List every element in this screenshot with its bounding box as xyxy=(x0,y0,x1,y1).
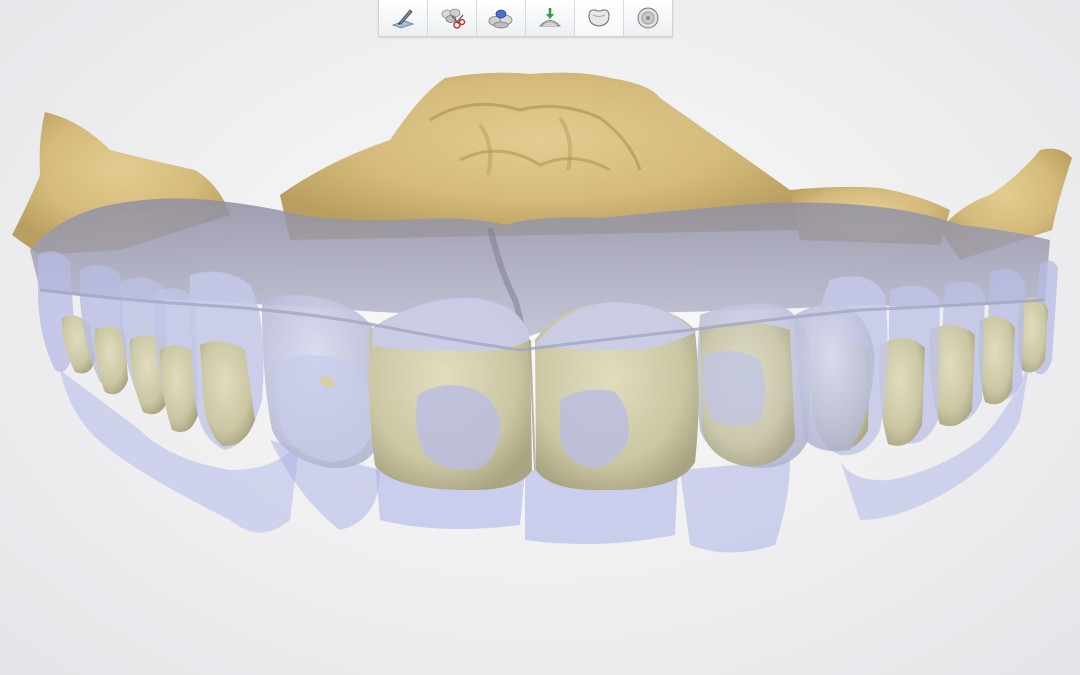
scissors-teeth-icon xyxy=(438,6,466,30)
insertion-arrow-icon xyxy=(536,6,564,30)
3d-viewport[interactable] xyxy=(0,0,1080,675)
margin-pen-icon xyxy=(390,7,416,29)
anterior-teeth-right xyxy=(697,303,875,469)
insertion-axis-step[interactable] xyxy=(526,0,575,36)
dental-arch-model xyxy=(12,72,1072,553)
teeth-group-icon xyxy=(487,6,515,30)
crown-icon xyxy=(585,6,613,30)
workflow-toolbar xyxy=(378,0,673,37)
disk-icon xyxy=(635,6,661,30)
arrange-teeth-step[interactable] xyxy=(477,0,526,36)
design-crown-step[interactable] xyxy=(575,0,624,36)
finish-disk-step[interactable] xyxy=(624,0,672,36)
cut-model-step[interactable] xyxy=(428,0,477,36)
define-margin-step[interactable] xyxy=(379,0,428,36)
anterior-teeth-left xyxy=(262,295,380,469)
